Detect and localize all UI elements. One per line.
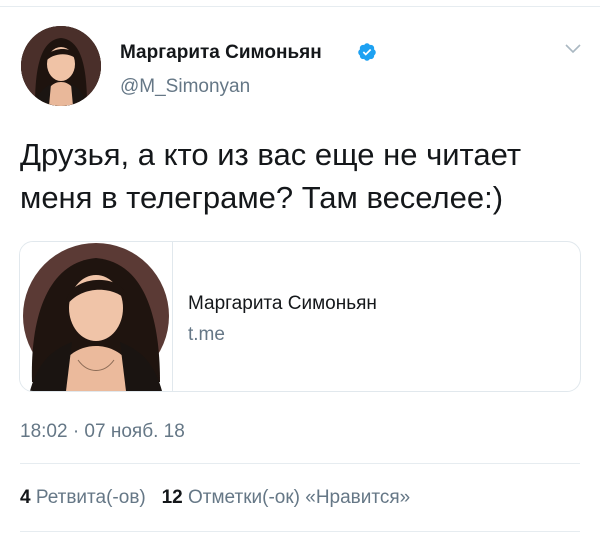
card-domain: t.me (188, 324, 225, 345)
card-photo (20, 242, 172, 391)
retweets-count: 4 (20, 487, 31, 508)
top-divider (0, 6, 600, 7)
avatar-photo (21, 26, 101, 106)
retweets-label: Ретвита(-ов) (35, 487, 146, 508)
author-avatar[interactable] (21, 26, 101, 106)
tweet-timestamp[interactable]: 18:02 · 07 нояб. 18 (20, 421, 185, 443)
author-handle[interactable]: @M_Simonyan (120, 76, 250, 98)
link-card[interactable]: Маргарита Симоньян t.me (19, 241, 581, 392)
tweet-text: Друзья, а кто из вас еще не читает меня … (20, 137, 522, 215)
divider (20, 531, 580, 532)
card-thumbnail (20, 242, 173, 391)
likes-label: Отметки(-ок) «Нравится» (188, 487, 411, 508)
engagement-stats: 4 Ретвита(-ов) 12 Отметки(-ок) «Нравится… (20, 487, 410, 509)
likes-link[interactable]: 12 Отметки(-ок) «Нравится» (162, 487, 411, 508)
card-title: Маргарита Симоньян (188, 293, 377, 314)
divider (20, 463, 580, 464)
chevron-down-icon[interactable] (565, 44, 581, 54)
verified-badge-icon (358, 43, 376, 61)
retweets-link[interactable]: 4 Ретвита(-ов) (20, 487, 146, 508)
author-name[interactable]: Маргарита Симоньян (120, 42, 322, 64)
likes-count: 12 (161, 487, 183, 508)
